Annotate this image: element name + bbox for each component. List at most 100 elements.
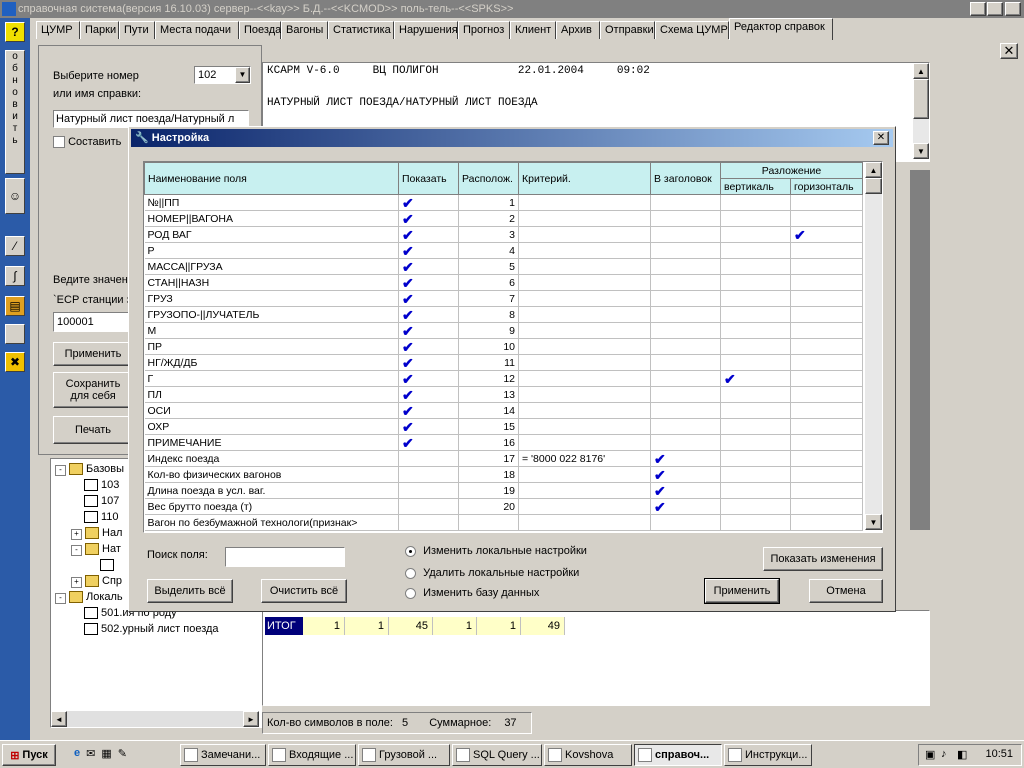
horizontal-cell[interactable] [790, 514, 863, 531]
tray-app-icon[interactable]: ◧ [957, 748, 967, 761]
horizontal-cell[interactable] [790, 210, 863, 227]
select-all-button[interactable]: Выделить всё [147, 579, 233, 603]
in-title-cell[interactable] [650, 514, 721, 531]
blank-icon[interactable] [5, 324, 25, 344]
horizontal-cell[interactable] [790, 354, 863, 371]
criterion-cell[interactable] [518, 322, 651, 339]
show-cell[interactable] [398, 450, 459, 467]
taskbar-button[interactable]: справоч... [634, 744, 722, 766]
dialog-close-button[interactable]: ✕ [873, 131, 889, 145]
esr-input[interactable]: 100001 [53, 312, 133, 332]
grid-row[interactable]: М ✔ 9 [144, 322, 863, 339]
vertical-cell[interactable] [720, 322, 791, 339]
mail-icon[interactable]: ✎ [118, 747, 127, 763]
criterion-cell[interactable] [518, 242, 651, 259]
tab-4[interactable]: Места подачи [155, 21, 239, 39]
maximize-button[interactable]: ❐ [987, 2, 1003, 16]
vertical-cell[interactable] [720, 338, 791, 355]
position-cell[interactable]: 15 [458, 418, 519, 435]
vertical-cell[interactable] [720, 210, 791, 227]
grid-row[interactable]: ГРУЗОПО-||ЛУЧАТЕЛЬ ✔ 8 [144, 306, 863, 323]
taskbar-button[interactable]: Грузовой ... [358, 744, 450, 766]
vertical-cell[interactable] [720, 274, 791, 291]
show-cell[interactable]: ✔ [398, 434, 459, 451]
help-button[interactable]: ? [5, 22, 25, 42]
in-title-cell[interactable] [650, 370, 721, 387]
report-lower-view[interactable]: ИТОГ 1 1 45 1 1 49 [262, 610, 930, 706]
report-vscrollbar[interactable]: ▲ ▼ [913, 63, 929, 159]
tab-12[interactable]: Отправки [600, 21, 655, 39]
grid-row[interactable]: Вес брутто поезда (т) 20 ✔ [144, 498, 863, 515]
field-name-cell[interactable]: ПЛ [144, 386, 399, 403]
show-cell[interactable]: ✔ [398, 322, 459, 339]
horizontal-cell[interactable] [790, 402, 863, 419]
position-cell[interactable]: 3 [458, 226, 519, 243]
scroll-thumb[interactable] [865, 178, 882, 194]
criterion-cell[interactable] [518, 226, 651, 243]
close-tab-button[interactable]: ✕ [1000, 43, 1018, 59]
horizontal-cell[interactable] [790, 498, 863, 515]
show-cell[interactable] [398, 514, 459, 531]
scroll-down-icon[interactable]: ▼ [865, 514, 882, 530]
vertical-cell[interactable] [720, 434, 791, 451]
radio-delete-local[interactable]: Удалить локальные настройки [405, 567, 579, 579]
tree-hscrollbar[interactable]: ◄ ► [51, 711, 259, 727]
tree-item[interactable]: - Базовы [55, 463, 124, 476]
fields-grid[interactable]: Наименование поля Показать Располож. Кри… [143, 161, 883, 533]
criterion-cell[interactable] [518, 274, 651, 291]
tree-item[interactable]: 502.урный лист поезда [71, 623, 219, 636]
expand-icon[interactable]: + [71, 577, 82, 588]
horizontal-cell[interactable] [790, 434, 863, 451]
criterion-cell[interactable] [518, 370, 651, 387]
horizontal-cell[interactable] [790, 194, 863, 211]
volume-icon[interactable]: ♪ [941, 748, 947, 760]
show-cell[interactable]: ✔ [398, 338, 459, 355]
in-title-cell[interactable] [650, 338, 721, 355]
field-name-cell[interactable]: ОХР [144, 418, 399, 435]
field-name-cell[interactable]: МАССА||ГРУЗА [144, 258, 399, 275]
tab-8[interactable]: Нарушения [394, 21, 458, 39]
field-name-cell[interactable]: Длина поезда в усл. ваг. [144, 482, 399, 499]
horizontal-cell[interactable] [790, 290, 863, 307]
grid-vscrollbar[interactable]: ▲ ▼ [865, 162, 882, 530]
show-cell[interactable]: ✔ [398, 194, 459, 211]
show-cell[interactable]: ✔ [398, 290, 459, 307]
show-cell[interactable]: ✔ [398, 226, 459, 243]
show-cell[interactable]: ✔ [398, 386, 459, 403]
tab-10[interactable]: Клиент [510, 21, 556, 39]
network-icon[interactable]: ▣ [925, 748, 935, 761]
position-cell[interactable]: 4 [458, 242, 519, 259]
criterion-cell[interactable] [518, 434, 651, 451]
show-cell[interactable]: ✔ [398, 274, 459, 291]
horizontal-cell[interactable] [790, 306, 863, 323]
criterion-cell[interactable] [518, 258, 651, 275]
show-cell[interactable]: ✔ [398, 242, 459, 259]
criterion-cell[interactable] [518, 386, 651, 403]
expand-icon[interactable]: + [71, 529, 82, 540]
field-name-cell[interactable]: Вес брутто поезда (т) [144, 498, 399, 515]
horizontal-cell[interactable] [790, 418, 863, 435]
horizontal-cell[interactable] [790, 338, 863, 355]
grid-row[interactable]: Р ✔ 4 [144, 242, 863, 259]
header-criterion[interactable]: Критерий. [518, 162, 651, 195]
field-name-cell[interactable]: №||ПП [144, 194, 399, 211]
vertical-cell[interactable] [720, 450, 791, 467]
in-title-cell[interactable] [650, 402, 721, 419]
tab-13[interactable]: Схема ЦУМР [655, 21, 729, 39]
grid-row[interactable]: МАССА||ГРУЗА ✔ 5 [144, 258, 863, 275]
in-title-cell[interactable]: ✔ [650, 498, 721, 515]
criterion-cell[interactable] [518, 210, 651, 227]
grid-row[interactable]: ПР ✔ 10 [144, 338, 863, 355]
header-vertical[interactable]: вертикаль [720, 178, 791, 195]
in-title-cell[interactable] [650, 274, 721, 291]
grid-row[interactable]: Индекс поезда 17 = '8000 022 8176' ✔ [144, 450, 863, 467]
criterion-cell[interactable] [518, 306, 651, 323]
in-title-cell[interactable]: ✔ [650, 466, 721, 483]
field-name-cell[interactable]: ПРИМЕЧАНИЕ [144, 434, 399, 451]
show-cell[interactable]: ✔ [398, 306, 459, 323]
position-cell[interactable]: 12 [458, 370, 519, 387]
field-name-cell[interactable]: СТАН||НАЗН [144, 274, 399, 291]
position-cell[interactable]: 1 [458, 194, 519, 211]
header-split[interactable]: Разложение [720, 162, 863, 179]
taskbar-button[interactable]: Инструкци... [724, 744, 812, 766]
